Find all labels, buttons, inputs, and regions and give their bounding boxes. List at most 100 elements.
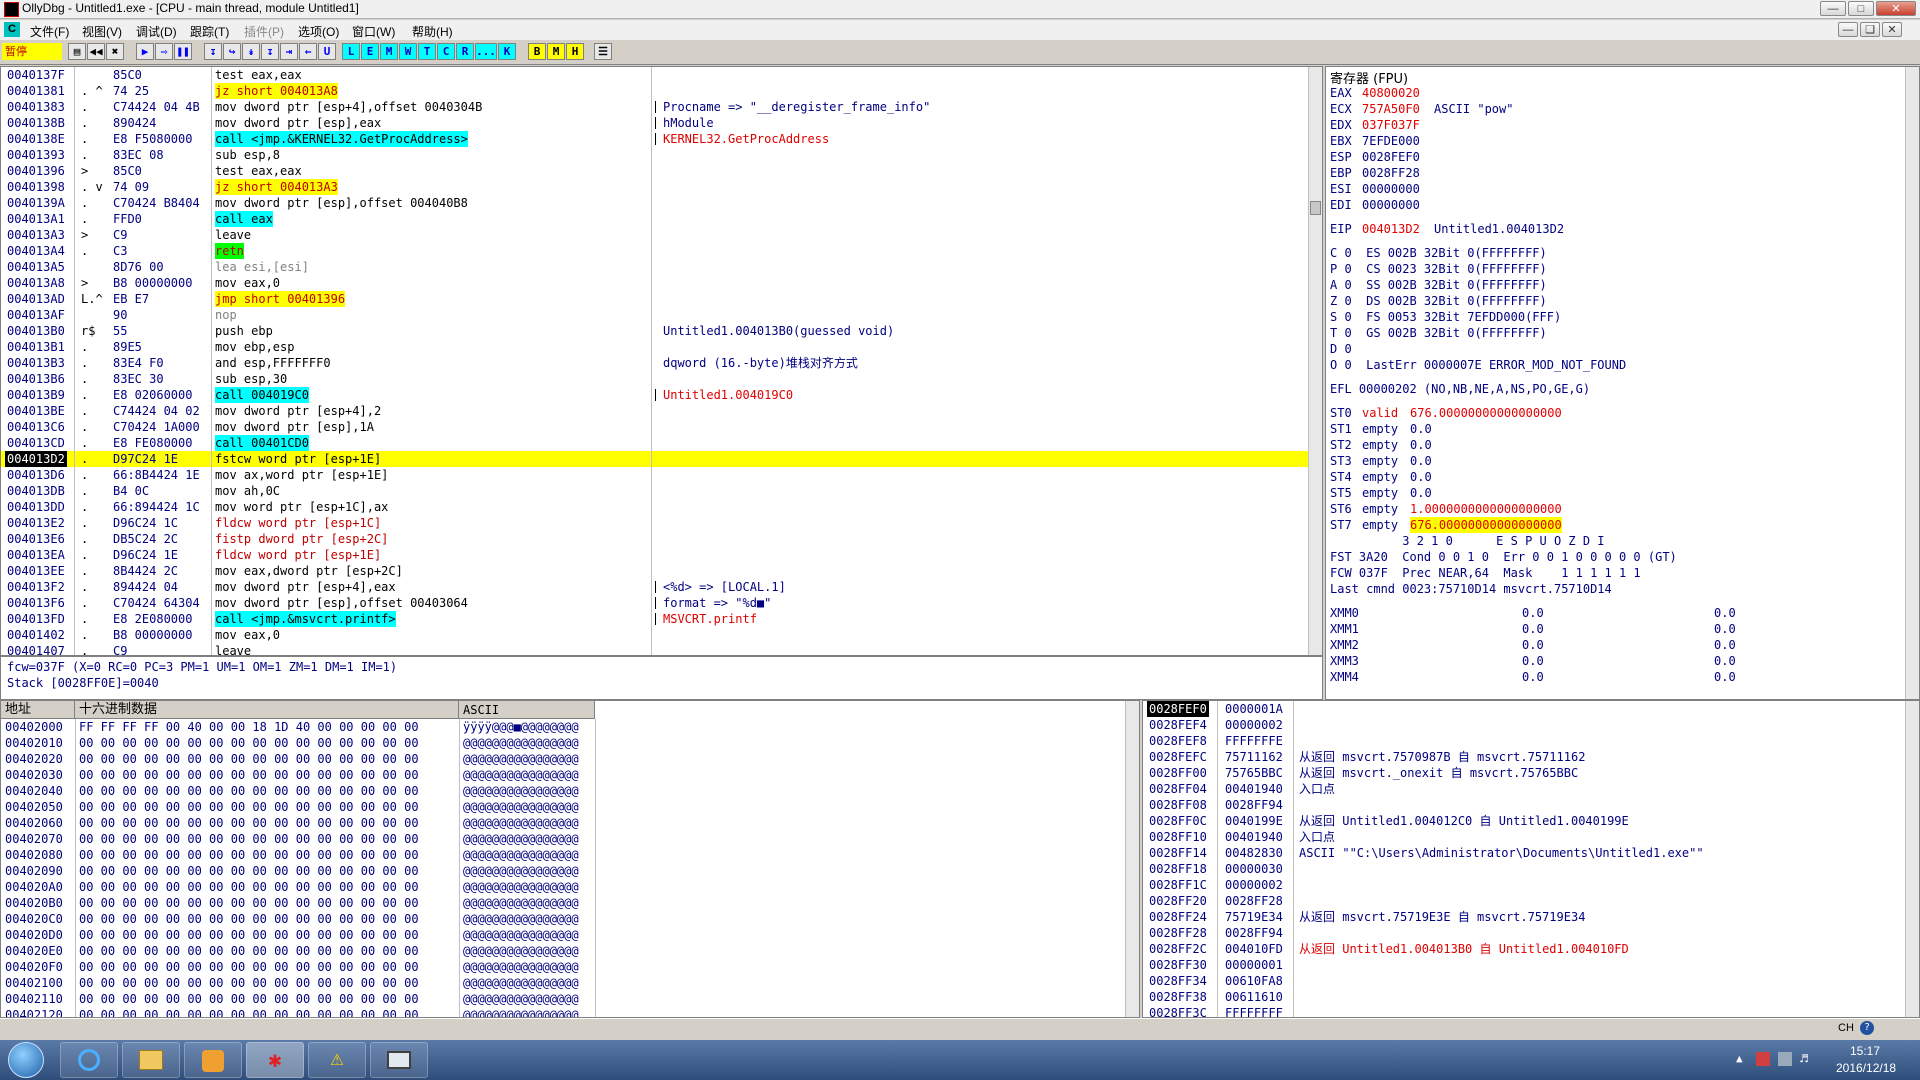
disasm-row[interactable]: 0040139A. C70424 B8404 mov dword ptr [esp]… [1,195,1308,211]
taskbar-ollydbg-icon[interactable]: ✱ [246,1042,304,1078]
disasm-row[interactable]: 004013DB. B4 0C mov ah,0C [1,483,1308,499]
register-value[interactable]: 00000000 [1362,181,1420,197]
disasm-row[interactable]: 004013D2. D97C24 1E fstcw word ptr [esp+1E… [1,451,1308,467]
step-into-icon[interactable]: ↧ [204,43,222,60]
register-value[interactable]: 7EFDE000 [1362,133,1420,149]
disasm-row[interactable]: 004013B1. 89E5 mov ebp,esp [1,339,1308,355]
fpu-value[interactable]: 676.00000000000000000 [1410,405,1562,421]
menu-options[interactable]: 选项(O) [298,23,339,40]
registers-scrollbar[interactable] [1905,67,1919,699]
disasm-row[interactable]: 00401407. C9 leave [1,643,1308,655]
close-program-icon[interactable]: ✖ [106,43,124,60]
disasm-row[interactable]: 0040137F 85C0 test eax,eax [1,67,1308,83]
fpu-value[interactable]: 0.0 [1410,485,1432,501]
run-thread-icon[interactable]: ⇨ [155,43,173,60]
disasm-row[interactable]: 00401398 . v 74 09 jz short 004013A3 [1,179,1308,195]
modules-window-button[interactable]: E [361,43,379,60]
tray-volume-icon[interactable]: ♬ [1800,1052,1808,1067]
language-indicator[interactable]: CH [1838,1022,1854,1034]
disasm-row[interactable]: 004013E6. DB5C24 2C fistp dword ptr [esp+2… [1,531,1308,547]
disasm-row[interactable]: 00401383. C74424 04 4B mov dword ptr [esp+… [1,99,1308,115]
memory-window-button[interactable]: M [380,43,398,60]
dump-col-hex[interactable]: 十六进制数据 [75,701,459,719]
disasm-row[interactable]: 004013B0 r$ 55 push ebp Untitled1.004013B0(g… [1,323,1308,339]
child-restore-button[interactable]: ❏ [1860,22,1880,37]
tray-flag-icon[interactable] [1756,1052,1770,1066]
breakpoints-window-button[interactable]: B [528,43,546,60]
registers-pane[interactable]: 寄存器 (FPU) EAX 40800020 ECX 757A50F0 ASCII "p… [1325,66,1920,700]
disasm-row[interactable]: 004013AD L.^ EB E7 jmp short 00401396 [1,291,1308,307]
taskbar-ie-icon[interactable] [60,1042,118,1078]
taskbar-warning-icon[interactable]: ⚠ [308,1042,366,1078]
menu-window[interactable]: 窗口(W) [352,23,395,40]
disasm-row[interactable]: 0040138E. E8 F5080000 call <jmp.&KERNEL32.… [1,131,1308,147]
disasm-row[interactable]: 004013A8 > B8 00000000 mov eax,0 [1,275,1308,291]
menu-file[interactable]: 文件(F) [30,23,69,40]
disasm-row[interactable]: 004013C6. C70424 1A000 mov dword ptr [esp]… [1,419,1308,435]
disasm-row[interactable]: 004013A4. C3 retn [1,243,1308,259]
windows-window-button[interactable]: W [399,43,417,60]
disasm-row[interactable]: 004013B3. 83E4 F0 and esp,FFFFFFF0 dqword (… [1,355,1308,371]
fpu-value[interactable]: 0.0 [1410,453,1432,469]
disasm-scrollbar[interactable] [1308,67,1322,655]
fpu-value[interactable]: 676.00000000000000000 [1410,517,1562,533]
animate-over-icon[interactable]: ↧ [261,43,279,60]
stack-scrollbar[interactable] [1905,701,1919,1017]
start-button-icon[interactable] [8,1042,44,1078]
register-value[interactable]: 037F037F [1362,117,1420,133]
call-stack-button[interactable]: K [498,43,516,60]
disasm-row[interactable]: 004013EE. 8B4424 2C mov eax,dword ptr [esp… [1,563,1308,579]
memory-breakpoints-button[interactable]: M [547,43,565,60]
taskbar-window-icon[interactable] [370,1042,428,1078]
disasm-row[interactable]: 004013D6. 66:8B4424 1E mov ax,word ptr [es… [1,467,1308,483]
disasm-row[interactable]: 00401396 >85C0 test eax,eax [1,163,1308,179]
disasm-row[interactable]: 004013B9. E8 02060000 call 004019C0 Untitle… [1,387,1308,403]
disasm-row[interactable]: 00401393. 83EC 08 sub esp,8 [1,147,1308,163]
child-close-button[interactable]: ✕ [1882,22,1902,37]
maximize-button[interactable]: □ [1848,1,1874,16]
dump-col-ascii[interactable]: ASCII [459,701,595,719]
disasm-row[interactable]: 004013EA. D96C24 1E fldcw word ptr [esp+1E… [1,547,1308,563]
dump-col-address[interactable]: 地址 [1,701,75,719]
disasm-row[interactable]: 004013F6. C70424 64304 mov dword ptr [esp]… [1,595,1308,611]
run-icon[interactable]: ▶ [136,43,154,60]
disasm-row[interactable]: 004013A5 8D76 00 lea esi,[esi] [1,259,1308,275]
disasm-row[interactable]: 00401402. B8 00000000 mov eax,0 [1,627,1308,643]
minimize-button[interactable]: — [1820,1,1846,16]
child-minimize-button[interactable]: — [1838,22,1858,37]
pause-icon[interactable]: ❚❚ [174,43,192,60]
cpu-window-button[interactable]: C [437,43,455,60]
disasm-row[interactable]: 004013A3 > C9 leave [1,227,1308,243]
dump-pane[interactable]: 地址 十六进制数据 ASCII 00402000 FF FF FF FF 00 4… [0,700,1140,1018]
taskbar-media-icon[interactable] [184,1042,242,1078]
step-over-icon[interactable]: ↪ [223,43,241,60]
register-value[interactable]: 757A50F0 [1362,101,1420,117]
references-window-button[interactable]: R [456,43,474,60]
help-icon[interactable]: ? [1860,1021,1874,1035]
stack-pane[interactable]: 0028FEF0 0000001A 0028FEF4 00000002 0028FEF8… [1142,700,1920,1018]
tray-network-icon[interactable] [1778,1052,1792,1066]
run-trace-button[interactable]: ... [475,43,497,60]
run-to-return-icon[interactable]: ⇥ [280,43,298,60]
register-value[interactable]: 0028FEF0 [1362,149,1420,165]
disasm-row[interactable]: 004013F2. 894424 04 mov dword ptr [esp+4],… [1,579,1308,595]
taskbar-explorer-icon[interactable] [122,1042,180,1078]
disasm-row[interactable]: 004013E2. D96C24 1C fldcw word ptr [esp+1C… [1,515,1308,531]
fpu-value[interactable]: 0.0 [1410,469,1432,485]
register-value[interactable]: 004013D2 [1362,221,1420,237]
menu-help[interactable]: 帮助(H) [412,23,453,40]
menu-trace[interactable]: 跟踪(T) [190,23,229,40]
execute-till-user-icon[interactable]: ← [299,43,317,60]
disasm-row[interactable]: 0040138B. 890424 mov dword ptr [esp],eax hM… [1,115,1308,131]
disasm-row[interactable]: 004013CD. E8 FE080000 call 00401CD0 [1,435,1308,451]
register-value[interactable]: 00000000 [1362,197,1420,213]
fpu-value[interactable]: 1.0000000000000000000 [1410,501,1562,517]
list-icon[interactable]: ☰ [594,43,612,60]
disasm-row[interactable]: 004013FD. E8 2E080000 call <jmp.&msvcrt.pr… [1,611,1308,627]
dump-scrollbar[interactable] [1125,701,1139,1017]
disassembly-pane[interactable]: 0040137F 85C0 test eax,eax 00401381 . ^ 74 2… [0,66,1323,656]
menu-plugins[interactable]: 插件(P) [244,23,284,40]
hardware-breakpoints-button[interactable]: H [566,43,584,60]
threads-window-button[interactable]: T [418,43,436,60]
execute-till-return-icon[interactable]: U [318,43,336,60]
